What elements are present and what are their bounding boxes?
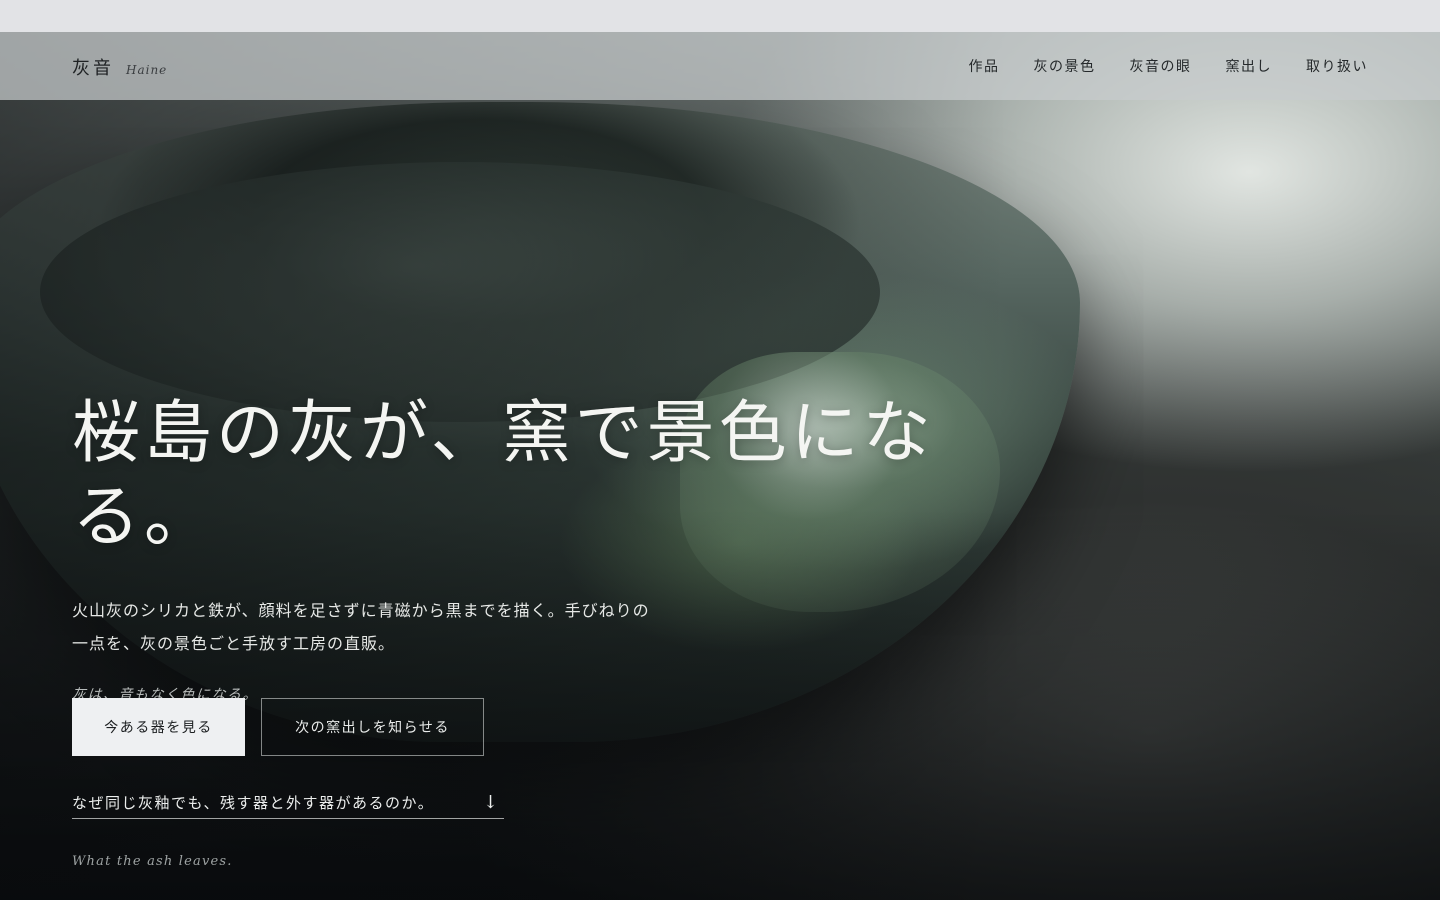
why-glaze-link-label: なぜ同じ灰釉でも、残す器と外す器があるのか。	[72, 793, 435, 812]
hero-headline: 桜島の灰が、窯で景色になる。	[72, 394, 935, 557]
nav-item-ash-scenery[interactable]: 灰の景色	[1034, 56, 1096, 76]
hero-footer-note: What the ash leaves.	[72, 854, 233, 869]
notify-kiln-opening-button[interactable]: 次の窯出しを知らせる	[261, 698, 484, 756]
hero-text: 桜島の灰が、窯で景色になる。 火山灰のシリカと鉄が、顔料を足さずに青磁から黒まで…	[72, 392, 1072, 704]
nav-item-stockists[interactable]: 取り扱い	[1306, 56, 1368, 76]
hero-lead: 火山灰のシリカと鉄が、顔料を足さずに青磁から黒までを描く。手びねりの一点を、灰の…	[72, 601, 650, 653]
brand-name-en: Haine	[126, 63, 168, 77]
why-glaze-link[interactable]: なぜ同じ灰釉でも、残す器と外す器があるのか。 ↓	[72, 786, 504, 819]
nav-item-haine-eye[interactable]: 灰音の眼	[1130, 56, 1192, 76]
brand-name-jp: 灰音	[72, 58, 114, 79]
hero-cta-row: 今ある器を見る 次の窯出しを知らせる	[72, 698, 484, 756]
nav-item-kiln-opening[interactable]: 窯出し	[1226, 56, 1273, 76]
arrow-down-icon: ↓	[482, 791, 498, 813]
browser-top-strip	[0, 0, 1440, 32]
view-available-button[interactable]: 今ある器を見る	[72, 698, 245, 756]
brand-logo[interactable]: 灰音 Haine	[72, 54, 167, 80]
main-nav: 作品 灰の景色 灰音の眼 窯出し 取り扱い	[969, 56, 1369, 76]
nav-item-works[interactable]: 作品	[969, 56, 1000, 76]
site-header: 灰音 Haine 作品 灰の景色 灰音の眼 窯出し 取り扱い	[0, 32, 1440, 100]
